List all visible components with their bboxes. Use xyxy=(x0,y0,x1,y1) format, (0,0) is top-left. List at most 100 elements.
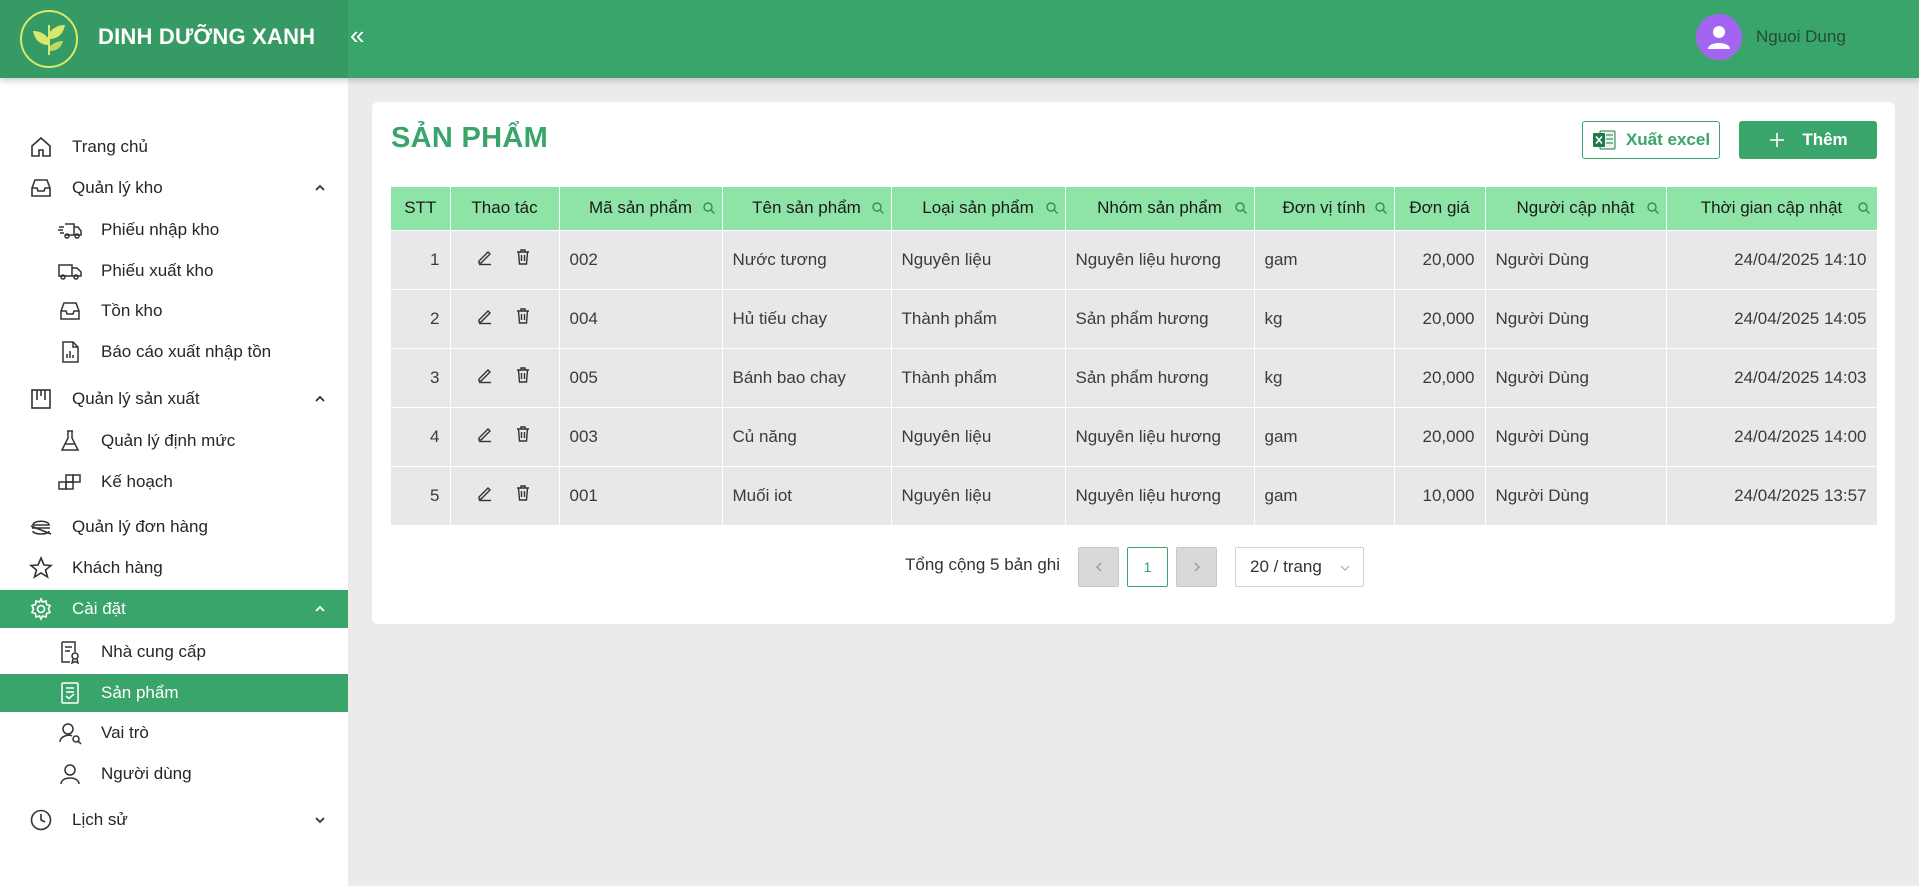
sidebar-item-settings[interactable]: Cài đặt xyxy=(0,590,348,628)
sidebar-item-production[interactable]: Quản lý sản xuất xyxy=(0,380,348,418)
sidebar-item-orders[interactable]: Quản lý đơn hàng xyxy=(0,508,348,546)
page-size-select[interactable]: 20 / trang xyxy=(1235,547,1364,587)
products-table: STT Thao tác Mã sản phẩm Tên sản phẩm Lo… xyxy=(391,187,1878,525)
cell-actions xyxy=(450,288,560,348)
home-icon xyxy=(28,134,54,160)
edit-icon[interactable] xyxy=(476,484,496,504)
avatar[interactable] xyxy=(1696,14,1742,60)
cell-name: Nước tương xyxy=(722,229,892,289)
sidebar-item-inventory[interactable]: Tồn kho xyxy=(0,292,348,330)
sidebar-item-home[interactable]: Trang chủ xyxy=(0,128,348,166)
user-name: Nguoi Dung xyxy=(1756,27,1846,46)
search-icon[interactable] xyxy=(1234,201,1248,215)
cell-type: Nguyên liệu xyxy=(891,465,1066,525)
cell-stt: 2 xyxy=(391,288,451,348)
cell-price: 20,000 xyxy=(1394,406,1486,466)
cell-price: 10,000 xyxy=(1394,465,1486,525)
truck-icon xyxy=(57,217,83,243)
sidebar-item-stock-out[interactable]: Phiếu xuất kho xyxy=(0,252,348,290)
sidebar-item-label: Phiếu nhập kho xyxy=(101,220,220,239)
sidebar-item-report[interactable]: Báo cáo xuất nhập tồn xyxy=(0,333,348,371)
chevron-down-icon xyxy=(1340,565,1350,571)
gear-icon xyxy=(28,596,54,622)
edit-icon[interactable] xyxy=(476,307,496,327)
role-icon xyxy=(57,720,83,746)
chevron-up-icon[interactable] xyxy=(312,180,328,196)
cell-updated-at: 24/04/2025 13:57 xyxy=(1666,465,1878,525)
top-header: DINH DƯỠNG XANH « Nguoi Dung xyxy=(0,0,1919,78)
page-title: SẢN PHẨM xyxy=(391,122,549,154)
pagination: Tổng cộng 5 bản ghi 1 20 / trang xyxy=(372,544,1895,587)
collapse-sidebar-icon[interactable]: « xyxy=(350,21,366,49)
sidebar-item-customers[interactable]: Khách hàng xyxy=(0,549,348,587)
flask-icon xyxy=(57,428,83,454)
search-icon[interactable] xyxy=(1045,201,1059,215)
star-icon xyxy=(28,555,54,581)
export-excel-button[interactable]: Xuất excel xyxy=(1582,121,1720,159)
edit-icon[interactable] xyxy=(476,248,496,268)
excel-icon xyxy=(1592,130,1616,150)
table-row: 4 003 Củ năng Nguyên liệu Nguyên liệu hương g… xyxy=(391,406,1878,466)
cell-name: Củ năng xyxy=(722,406,892,466)
chevron-up-icon[interactable] xyxy=(312,391,328,407)
sidebar-item-plan[interactable]: Kế hoạch xyxy=(0,463,348,501)
edit-icon[interactable] xyxy=(476,366,496,386)
prev-page-button[interactable] xyxy=(1078,547,1119,587)
history-icon xyxy=(28,807,54,833)
plus-icon xyxy=(1770,133,1785,147)
sidebar-item-label: Kế hoạch xyxy=(101,472,173,491)
add-product-button[interactable]: Thêm xyxy=(1739,121,1877,159)
search-icon[interactable] xyxy=(1646,201,1660,215)
sidebar-item-suppliers[interactable]: Nhà cung cấp xyxy=(0,633,348,671)
sidebar-item-products[interactable]: Sản phẩm xyxy=(0,674,348,712)
cell-stt: 1 xyxy=(391,229,451,289)
search-icon[interactable] xyxy=(871,201,885,215)
sidebar-item-label: Khách hàng xyxy=(72,558,163,577)
brand-block: DINH DƯỠNG XANH xyxy=(0,0,348,78)
sidebar-item-history[interactable]: Lịch sử xyxy=(0,801,348,839)
sidebar-item-norms[interactable]: Quản lý định mức xyxy=(0,422,348,460)
column-header-type: Loại sản phẩm xyxy=(891,187,1066,230)
sidebar-item-label: Quản lý kho xyxy=(72,178,163,197)
cell-actions xyxy=(450,406,560,466)
delete-icon[interactable] xyxy=(514,484,534,504)
next-page-button[interactable] xyxy=(1176,547,1217,587)
delete-icon[interactable] xyxy=(514,425,534,445)
sidebar-item-label: Vai trò xyxy=(101,723,149,742)
truck-out-icon xyxy=(57,258,83,284)
cell-group: Nguyên liệu hương xyxy=(1065,465,1255,525)
cell-updated-by: Người Dùng xyxy=(1485,406,1667,466)
search-icon[interactable] xyxy=(702,201,716,215)
sidebar-item-label: Báo cáo xuất nhập tồn xyxy=(101,342,272,361)
report-icon xyxy=(57,339,83,365)
page-number-button[interactable]: 1 xyxy=(1127,547,1168,587)
cell-stt: 5 xyxy=(391,465,451,525)
cell-actions xyxy=(450,229,560,289)
delete-icon[interactable] xyxy=(514,366,534,386)
cell-group: Nguyên liệu hương xyxy=(1065,229,1255,289)
chevron-right-icon xyxy=(1194,562,1200,572)
sidebar-item-roles[interactable]: Vai trò xyxy=(0,714,348,752)
sidebar-item-stock-in[interactable]: Phiếu nhập kho xyxy=(0,211,348,249)
chevron-down-icon[interactable] xyxy=(312,812,328,828)
search-icon[interactable] xyxy=(1374,201,1388,215)
chevron-up-icon[interactable] xyxy=(312,601,328,617)
edit-icon[interactable] xyxy=(476,425,496,445)
delete-icon[interactable] xyxy=(514,248,534,268)
delete-icon[interactable] xyxy=(514,307,534,327)
column-header-updated-by: Người cập nhật xyxy=(1485,187,1667,230)
user-avatar-icon xyxy=(1708,26,1730,49)
supplier-icon xyxy=(57,639,83,665)
sidebar-item-warehouse[interactable]: Quản lý kho xyxy=(0,169,348,207)
cell-code: 002 xyxy=(559,229,723,289)
search-icon[interactable] xyxy=(1857,201,1871,215)
cell-type: Thành phẩm xyxy=(891,347,1066,407)
cell-group: Sản phẩm hương xyxy=(1065,347,1255,407)
sidebar-item-label: Phiếu xuất kho xyxy=(101,261,214,280)
cell-unit: kg xyxy=(1254,347,1395,407)
sidebar-item-label: Quản lý sản xuất xyxy=(72,389,200,408)
user-menu[interactable]: Nguoi Dung xyxy=(1696,14,1846,60)
cell-price: 20,000 xyxy=(1394,229,1486,289)
table-header-row: STT Thao tác Mã sản phẩm Tên sản phẩm Lo… xyxy=(391,187,1878,230)
sidebar-item-users[interactable]: Người dùng xyxy=(0,755,348,793)
